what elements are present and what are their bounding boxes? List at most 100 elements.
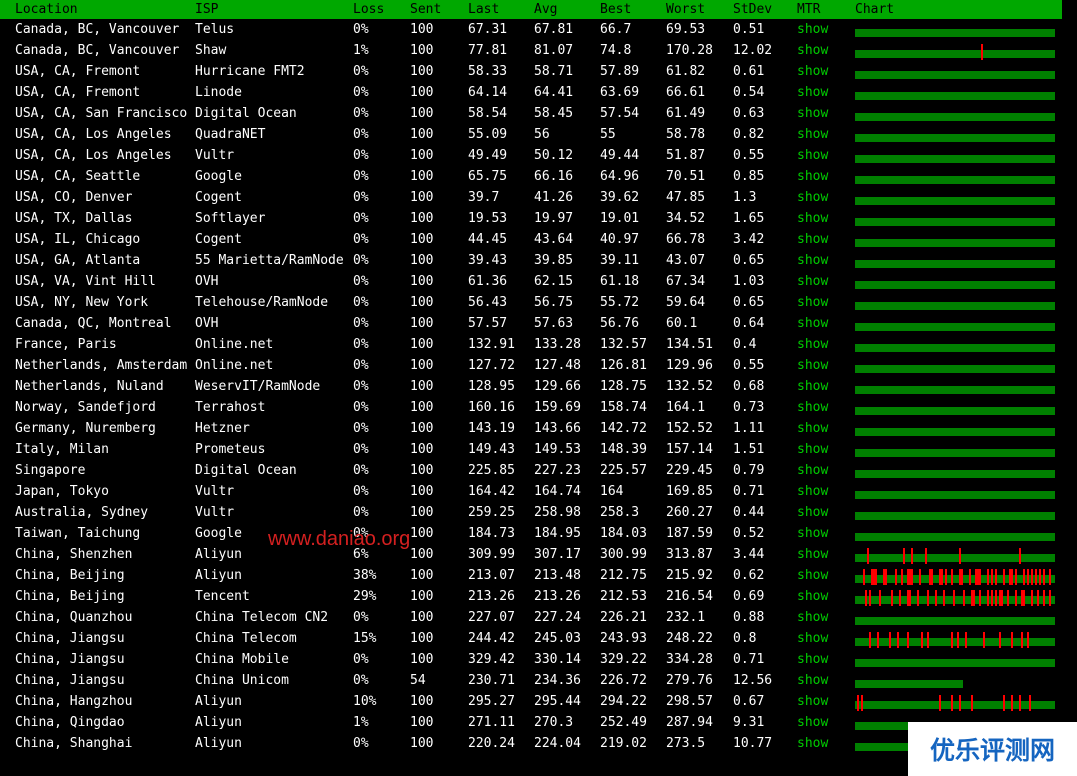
cell-loss: 1% [353,43,369,58]
mtr-show-link[interactable]: show [797,377,828,396]
mtr-show-link[interactable]: show [797,566,828,585]
latency-chart [855,485,1055,501]
chart-loss-mark [957,632,959,648]
mtr-show-link[interactable]: show [797,209,828,228]
cell-best: 132.57 [600,337,647,352]
cell-best: 39.11 [600,253,640,268]
cell-avg: 127.48 [534,358,581,373]
mtr-show-link[interactable]: show [797,440,828,459]
cell-sent: 100 [410,43,434,58]
cell-best: 226.21 [600,610,647,625]
mtr-show-link[interactable]: show [797,671,828,690]
chart-loss-mark [871,569,873,585]
cell-last: 128.95 [468,379,515,394]
cell-isp: Aliyun [195,715,242,730]
cell-isp: Aliyun [195,568,242,583]
chart-loss-mark [889,632,891,648]
cell-last: 160.16 [468,400,515,415]
cell-last: 244.42 [468,631,515,646]
cell-stdev: 0.64 [733,316,765,331]
chart-loss-mark [973,590,975,606]
chart-loss-mark [945,569,947,585]
mtr-show-link[interactable]: show [797,146,828,165]
cell-last: 149.43 [468,442,515,457]
cell-worst: 69.53 [666,22,706,37]
chart-loss-mark [961,569,963,585]
chart-loss-mark [951,632,953,648]
cell-loss: 0% [353,379,369,394]
header-chart: Chart [855,2,895,17]
cell-stdev: 1.65 [733,211,765,226]
chart-loss-mark [1015,569,1017,585]
cell-best: 74.8 [600,43,632,58]
mtr-show-link[interactable]: show [797,335,828,354]
chart-loss-mark [883,569,885,585]
header-avg: Avg [534,2,558,17]
cell-loss: 0% [353,400,369,415]
cell-worst: 260.27 [666,505,713,520]
mtr-show-link[interactable]: show [797,482,828,501]
latency-chart [855,611,1055,627]
mtr-show-link[interactable]: show [797,713,828,732]
mtr-show-link[interactable]: show [797,251,828,270]
cell-sent: 100 [410,505,434,520]
mtr-show-link[interactable]: show [797,461,828,480]
mtr-show-link[interactable]: show [797,545,828,564]
chart-loss-mark [1027,569,1029,585]
mtr-show-link[interactable]: show [797,524,828,543]
mtr-show-link[interactable]: show [797,356,828,375]
cell-sent: 100 [410,652,434,667]
latency-chart [855,296,1055,312]
latency-chart [855,338,1055,354]
cell-location: China, Shenzhen [15,547,133,562]
mtr-show-link[interactable]: show [797,83,828,102]
cell-last: 225.85 [468,463,515,478]
chart-loss-mark [995,590,997,606]
mtr-show-link[interactable]: show [797,188,828,207]
mtr-show-link[interactable]: show [797,20,828,39]
mtr-show-link[interactable]: show [797,587,828,606]
cell-best: 252.49 [600,715,647,730]
mtr-show-link[interactable]: show [797,419,828,438]
mtr-show-link[interactable]: show [797,314,828,333]
cell-location: China, Quanzhou [15,610,133,625]
cell-last: 39.43 [468,253,508,268]
chart-bar [855,659,1055,667]
mtr-show-link[interactable]: show [797,230,828,249]
mtr-show-link[interactable]: show [797,41,828,60]
cell-stdev: 0.62 [733,568,765,583]
mtr-show-link[interactable]: show [797,398,828,417]
cell-location: Canada, BC, Vancouver [15,43,180,58]
mtr-show-link[interactable]: show [797,608,828,627]
cell-sent: 100 [410,106,434,121]
chart-loss-mark [879,590,881,606]
mtr-show-link[interactable]: show [797,503,828,522]
cell-loss: 0% [353,148,369,163]
cell-best: 55 [600,127,616,142]
mtr-show-link[interactable]: show [797,734,828,753]
table-row: Netherlands, Amsterdam Online.net 0% 100 127… [0,356,1077,377]
chart-loss-mark [1043,569,1045,585]
mtr-show-link[interactable]: show [797,629,828,648]
cell-stdev: 0.69 [733,589,765,604]
cell-isp: OVH [195,274,219,289]
mtr-show-link[interactable]: show [797,692,828,711]
cell-last: 213.26 [468,589,515,604]
mtr-show-link[interactable]: show [797,167,828,186]
mtr-show-link[interactable]: show [797,125,828,144]
mtr-show-link[interactable]: show [797,272,828,291]
mtr-show-link[interactable]: show [797,650,828,669]
cell-worst: 287.94 [666,715,713,730]
chart-loss-mark [1039,569,1041,585]
latency-chart [855,506,1055,522]
mtr-show-link[interactable]: show [797,104,828,123]
header-location: Location [15,2,78,17]
cell-avg: 66.16 [534,169,574,184]
cell-stdev: 3.42 [733,232,765,247]
cell-last: 295.27 [468,694,515,709]
mtr-show-link[interactable]: show [797,293,828,312]
latency-chart [855,191,1055,207]
cell-sent: 100 [410,400,434,415]
cell-worst: 170.28 [666,43,713,58]
mtr-show-link[interactable]: show [797,62,828,81]
